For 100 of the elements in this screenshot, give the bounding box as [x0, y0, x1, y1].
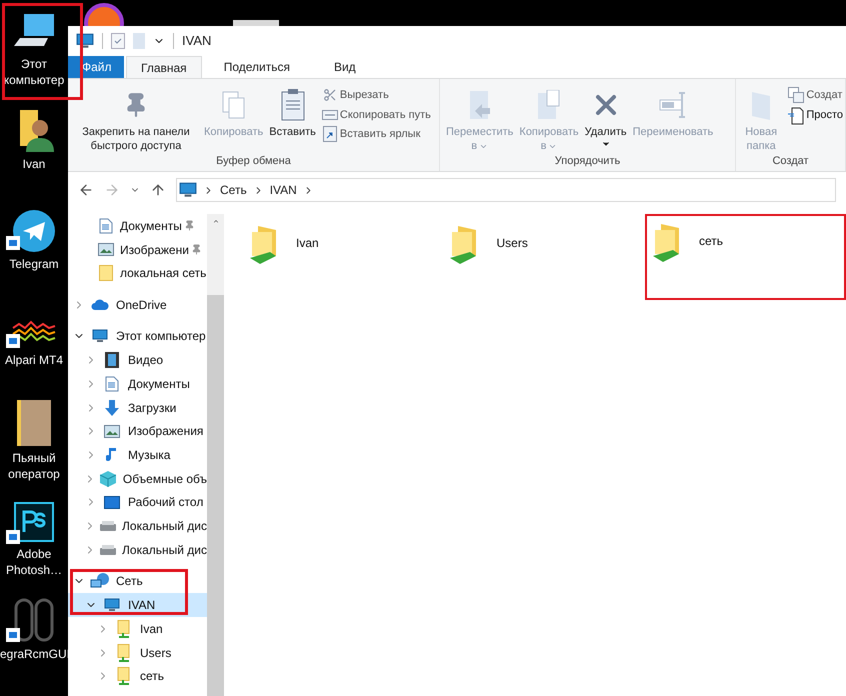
- ribbon-tab[interactable]: Главная: [126, 56, 202, 78]
- photo-placeholder: [17, 400, 51, 446]
- tree-item-label: IVAN: [128, 597, 156, 614]
- tree-item[interactable]: Рабочий стол: [68, 490, 207, 514]
- computer-icon: [179, 181, 197, 199]
- tree-item-label: OneDrive: [116, 296, 167, 314]
- drive-icon: [100, 544, 116, 555]
- ribbon-group-label: Буфер обмена: [215, 154, 292, 169]
- shared-folder-item[interactable]: Ivan: [244, 218, 444, 304]
- tree-item-label: локальная сеть: [120, 265, 206, 282]
- move-arrow-icon: [468, 90, 492, 120]
- tree-item-label: Рабочий стол: [128, 494, 204, 512]
- ribbon-group-label: Упорядочить: [554, 154, 622, 169]
- shared-folder-item[interactable]: Users: [444, 218, 645, 304]
- ribbon-small-button[interactable]: Вставить ярлык: [322, 126, 431, 142]
- tree-item[interactable]: Локальный дис: [68, 538, 207, 562]
- tree-item-label: Объемные объ: [122, 470, 207, 488]
- network-globe-icon: [90, 573, 110, 590]
- tree-item-label: Этот компьютер: [116, 328, 206, 346]
- folder-label: Users: [496, 235, 528, 252]
- tree-item[interactable]: Сеть: [68, 570, 207, 594]
- download-arrow-icon: [104, 400, 120, 416]
- back-arrow-icon[interactable]: [78, 182, 94, 198]
- shortcut-icon: [322, 126, 337, 142]
- clipboard-icon: [280, 89, 305, 121]
- tree-item[interactable]: Этот компьютер: [68, 324, 207, 348]
- tree-item-label: Изображени: [120, 242, 189, 259]
- scissors-icon: [322, 88, 337, 102]
- document-icon: [99, 218, 113, 234]
- photoshop-logo-icon: [14, 502, 54, 542]
- desktop-icon-label[interactable]: Alpari MT4: [0, 352, 68, 368]
- tree-item-label: Видео: [128, 352, 164, 370]
- tree-item[interactable]: Users: [68, 640, 207, 664]
- desktop-icon-label[interactable]: Adobe Photosh…: [0, 546, 68, 578]
- tree-item-label: Users: [140, 644, 172, 662]
- desktop-icon-label[interactable]: Ivan: [0, 156, 68, 172]
- shared-folder-icon: [117, 644, 131, 662]
- shared-folder-item[interactable]: сеть: [644, 214, 846, 300]
- tree-item[interactable]: Объемные объ: [68, 466, 207, 491]
- ribbon-small-button[interactable]: Создат: [788, 87, 843, 104]
- new-item-icon: [788, 87, 804, 104]
- folder-icon: [99, 265, 113, 282]
- computer-icon: [92, 328, 108, 344]
- cube-icon: [100, 470, 116, 487]
- tree-item-label: сеть: [140, 668, 164, 686]
- path-icon: [322, 110, 338, 120]
- properties-icon[interactable]: [111, 33, 125, 49]
- address-bar[interactable]: Сеть IVAN: [176, 178, 836, 202]
- paper-plane-icon: [13, 210, 55, 252]
- tree-item[interactable]: Музыка: [68, 443, 207, 467]
- tree-item-label: Локальный дис: [122, 542, 207, 559]
- copy-icon: [537, 90, 562, 120]
- tree-item[interactable]: Локальный дис: [68, 514, 207, 538]
- tree-item-label: Изображения: [128, 423, 204, 440]
- tree-item[interactable]: Видео: [68, 348, 207, 372]
- tree-item-label: Ivan: [140, 620, 163, 638]
- tree-item-label: Музыка: [128, 446, 170, 464]
- ribbon-button[interactable]: Удалить: [582, 79, 629, 153]
- cloud-icon: [91, 298, 109, 311]
- film-icon: [105, 352, 119, 368]
- desktop-icon-label[interactable]: Этот компьютер: [0, 56, 68, 88]
- tree-item[interactable]: сеть: [68, 664, 207, 688]
- ribbon-small-button[interactable]: Вырезать: [322, 87, 431, 104]
- ribbon-tab[interactable]: Поделиться: [202, 56, 312, 78]
- tree-item[interactable]: Документы: [68, 372, 207, 396]
- drive-icon: [100, 521, 116, 532]
- tree-item[interactable]: Изображения: [68, 419, 207, 444]
- breadcrumb[interactable]: IVAN: [270, 181, 297, 199]
- tree-item-label: Документы: [120, 218, 182, 235]
- desktop-icon-label[interactable]: egraRcmGUI: [0, 646, 68, 662]
- forward-arrow-icon[interactable]: [104, 182, 120, 198]
- ribbon-group-label: Создат: [771, 154, 810, 169]
- folder-label: Ivan: [296, 235, 319, 252]
- breadcrumb[interactable]: Сеть: [220, 181, 247, 199]
- ribbon-small-button[interactable]: Скопировать путь: [322, 106, 431, 123]
- desktop-icon-label[interactable]: Telegram: [0, 256, 68, 272]
- quick-access-item[interactable]: Изображени: [68, 238, 207, 262]
- tree-item[interactable]: Загрузки: [68, 396, 207, 420]
- ribbon-button[interactable]: Вставить: [267, 79, 318, 153]
- ribbon-tab[interactable]: Файл: [68, 56, 124, 78]
- computer-icon: [104, 597, 120, 614]
- ribbon-tab[interactable]: Вид: [312, 56, 378, 78]
- copy-icon: [220, 90, 247, 120]
- tree-item[interactable]: OneDrive: [68, 293, 207, 317]
- folder-icon: [750, 90, 772, 120]
- shared-folder-icon: [117, 620, 131, 638]
- window-thumbnail: [233, 20, 279, 26]
- quick-access-item[interactable]: Документы: [68, 214, 207, 238]
- ribbon-small-button[interactable]: Просто: [788, 106, 843, 124]
- music-note-icon: [106, 446, 118, 463]
- desktop-icon-label[interactable]: Пьяный оператор: [0, 450, 68, 482]
- tree-item[interactable]: Ivan: [68, 616, 207, 641]
- ribbon-button[interactable]: Закрепить на панели быстрого доступа: [72, 79, 200, 153]
- document-icon: [788, 106, 804, 124]
- scrollbar[interactable]: [207, 214, 224, 696]
- quick-access-item[interactable]: локальная сеть: [68, 261, 207, 286]
- shared-folder-icon: [117, 667, 131, 686]
- desktop-icon: [104, 496, 120, 509]
- document-icon: [105, 376, 119, 392]
- rename-icon: [658, 90, 688, 120]
